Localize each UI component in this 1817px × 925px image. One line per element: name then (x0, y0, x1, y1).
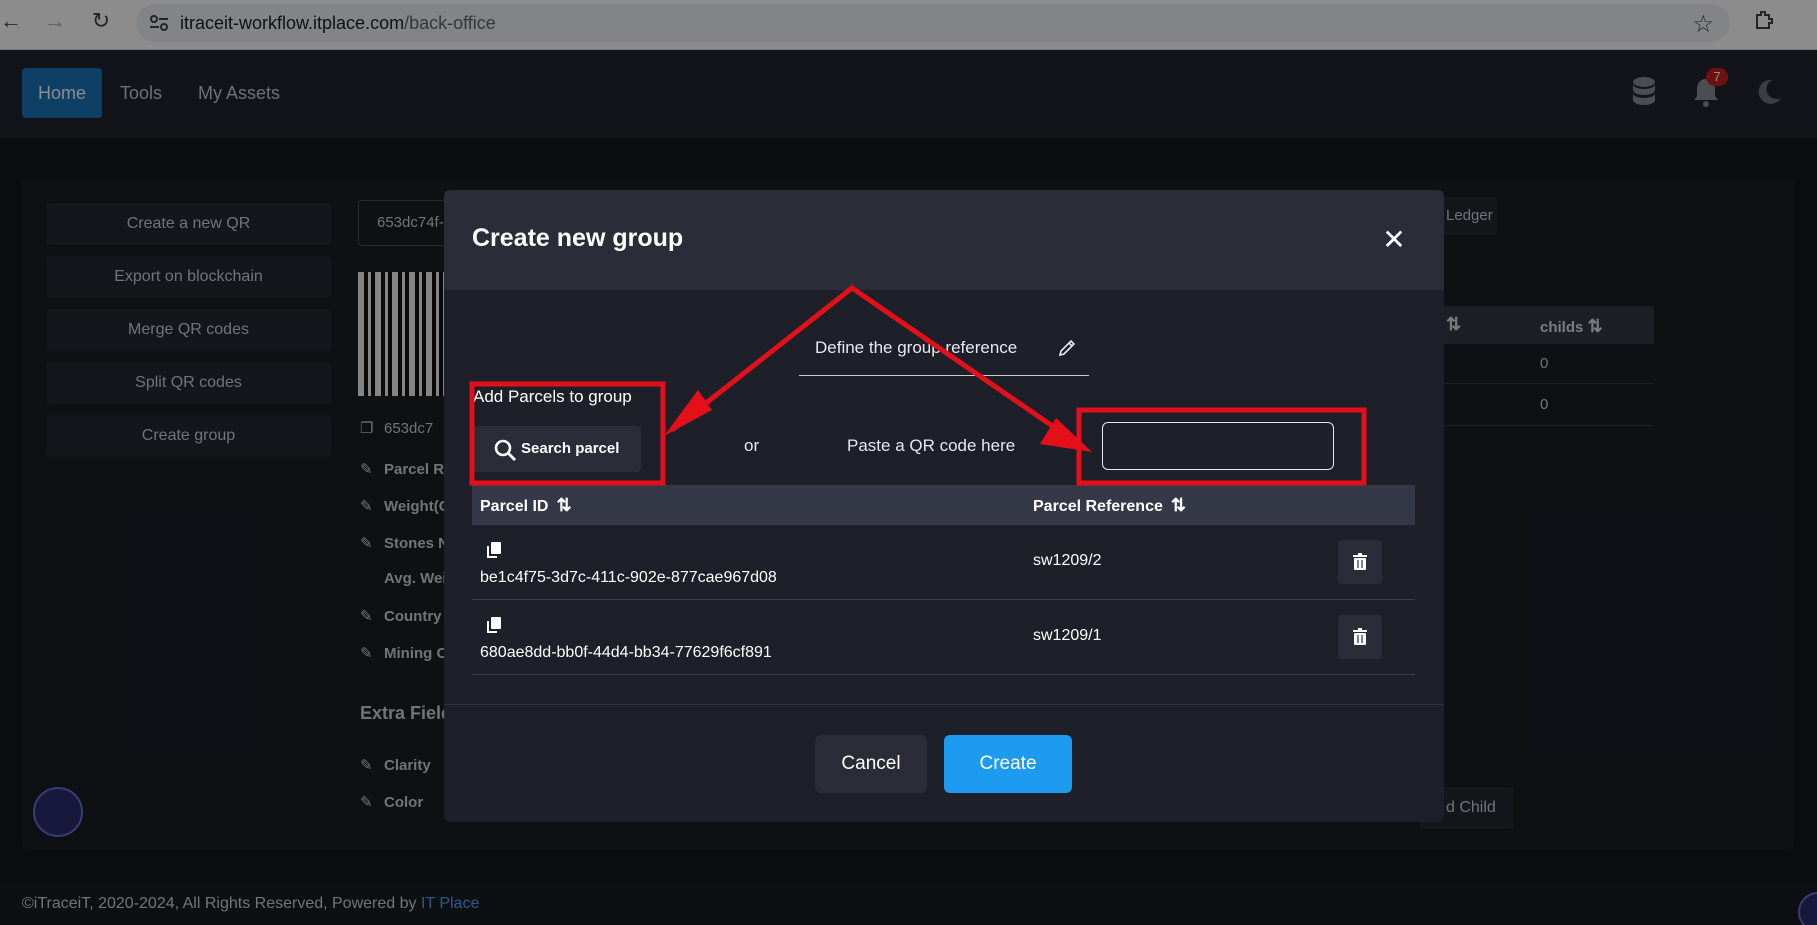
trash-icon (1353, 628, 1367, 645)
sort-icon[interactable]: ⇅ (1171, 495, 1186, 515)
parcels-table: Parcel ID ⇅ Parcel Reference ⇅ be1c4f75-3d… (472, 485, 1415, 675)
modal-header: Create new group ✕ (444, 190, 1444, 290)
close-icon[interactable]: ✕ (1380, 226, 1408, 254)
trash-icon (1353, 553, 1367, 570)
search-parcel-button[interactable]: Search parcel (473, 426, 641, 472)
table-row: be1c4f75-3d7c-411c-902e-877cae967d08 sw1… (472, 525, 1415, 600)
sort-icon[interactable]: ⇅ (556, 495, 571, 515)
parcel-reference: sw1209/1 (1033, 627, 1102, 644)
delete-button[interactable] (1338, 540, 1382, 584)
table-header: Parcel ID ⇅ Parcel Reference ⇅ (472, 485, 1415, 525)
paste-qr-label: Paste a QR code here (847, 436, 1016, 455)
cancel-button[interactable]: Cancel (815, 735, 927, 793)
add-parcels-label: Add Parcels to group (473, 387, 632, 406)
or-separator: or (744, 436, 760, 455)
search-icon (494, 439, 516, 461)
copy-icon[interactable] (486, 616, 502, 634)
pencil-icon[interactable] (1057, 338, 1077, 358)
parcel-reference: sw1209/2 (1033, 552, 1102, 569)
group-reference-field[interactable]: Define the group reference (799, 310, 1089, 376)
column-parcel-reference[interactable]: Parcel Reference ⇅ (1033, 495, 1186, 516)
parcel-id: be1c4f75-3d7c-411c-902e-877cae967d08 (480, 569, 777, 586)
table-row: 680ae8dd-bb0f-44d4-bb34-77629f6cf891 sw1… (472, 600, 1415, 675)
copy-icon[interactable] (486, 541, 502, 559)
modal-title: Create new group (472, 224, 684, 252)
create-button[interactable]: Create (944, 735, 1072, 793)
column-parcel-id[interactable]: Parcel ID ⇅ (480, 495, 572, 516)
modal-footer-divider (444, 704, 1444, 705)
group-reference-label: Define the group reference (815, 338, 1018, 357)
paste-qr-input[interactable] (1102, 422, 1334, 470)
parcel-id: 680ae8dd-bb0f-44d4-bb34-77629f6cf891 (480, 644, 772, 661)
delete-button[interactable] (1338, 615, 1382, 659)
create-group-modal: Create new group ✕ Define the group refe… (444, 190, 1444, 822)
